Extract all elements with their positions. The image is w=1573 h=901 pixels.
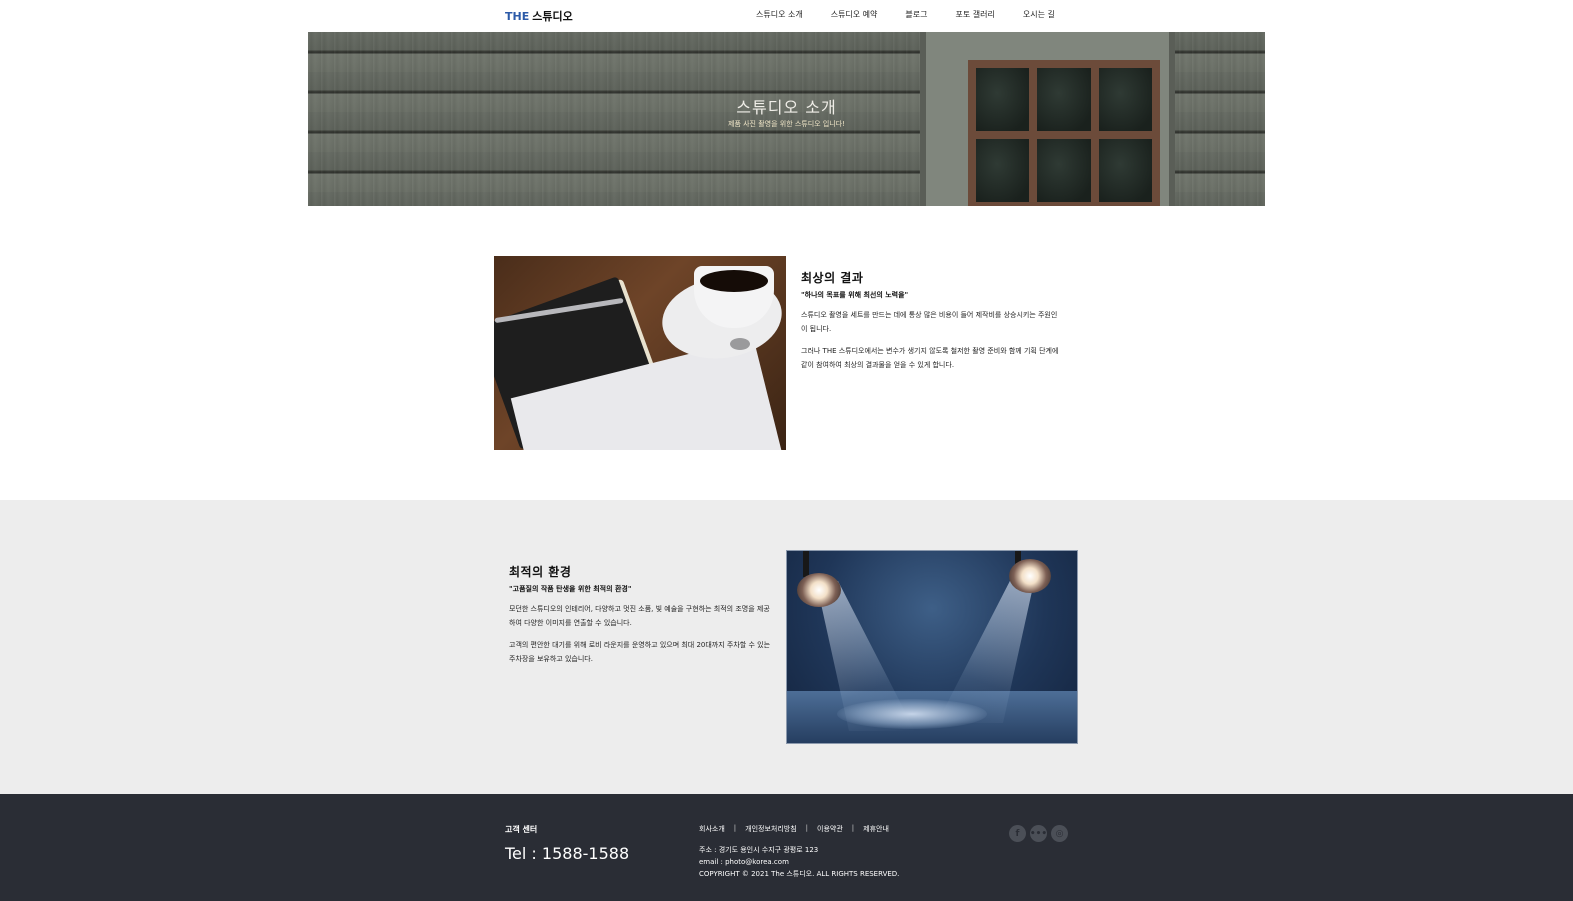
nav-blog[interactable]: 블로그: [905, 9, 927, 20]
instagram-icon[interactable]: ◎: [1051, 825, 1068, 842]
site-logo[interactable]: THE 스튜디오: [505, 8, 573, 24]
spotlight-stage-photo: [786, 550, 1078, 744]
hero-subtitle: 제품 사진 촬영을 위한 스튜디오 입니다!: [728, 120, 845, 128]
social-links: f ••• ◎: [1009, 825, 1072, 842]
footer-links: 회사소개 | 개인정보처리방침 | 이용약관 | 제휴안내: [699, 824, 889, 834]
nav-photo-gallery[interactable]: 포토 갤러리: [956, 9, 995, 20]
hero-banner: 스튜디오 소개 제품 사진 촬영을 위한 스튜디오 입니다!: [308, 32, 1265, 206]
footer-address-block: 주소 : 경기도 용인시 수지구 광평로 123 email : photo@k…: [699, 844, 899, 880]
nav-directions[interactable]: 오시는 길: [1023, 9, 1055, 20]
site-header: THE 스튜디오 스튜디오 소개 스튜디오 예약 블로그 포토 갤러리 오시는 길: [0, 0, 1573, 32]
site-footer: 고객 센터 Tel : 1588-1588 회사소개 | 개인정보처리방침 | …: [0, 794, 1573, 901]
section-paragraph: 그러나 THE 스튜디오에서는 변수가 생기지 않도록 철저한 촬영 준비와 함…: [801, 347, 1059, 369]
section-subtitle: "고품질의 작품 탄생을 위한 최적의 환경": [509, 585, 632, 593]
window-image: [968, 60, 1160, 206]
section-paragraph: 고객의 편안한 대기를 위해 로비 라운지를 운영하고 있으며 최대 20대까지…: [509, 641, 771, 663]
section-paragraph: 모던한 스튜디오의 인테리어, 다양하고 멋진 소품, 빛 예술을 구현하는 최…: [509, 605, 770, 627]
footer-link-privacy[interactable]: 개인정보처리방침: [745, 824, 797, 834]
customer-center-title: 고객 센터: [505, 825, 538, 834]
link-separator: |: [733, 824, 737, 832]
facebook-icon[interactable]: f: [1009, 825, 1026, 842]
section-paragraph: 스튜디오 촬영을 세트를 만드는 데에 통상 많은 비용이 들어 제작비를 상승…: [801, 311, 1058, 333]
main-nav: 스튜디오 소개 스튜디오 예약 블로그 포토 갤러리 오시는 길: [756, 9, 1083, 20]
customer-center-tel: Tel : 1588-1588: [505, 844, 630, 863]
hero-title: 스튜디오 소개: [736, 98, 837, 117]
link-separator: |: [851, 824, 855, 832]
footer-copyright: COPYRIGHT © 2021 The 스튜디오. ALL RIGHTS RE…: [699, 870, 900, 878]
section-title: 최적의 환경: [509, 565, 572, 579]
link-separator: |: [805, 824, 809, 832]
logo-the: THE: [505, 10, 530, 23]
nav-studio-intro[interactable]: 스튜디오 소개: [756, 9, 803, 20]
footer-link-terms[interactable]: 이용약관: [817, 824, 843, 834]
footer-email: email : photo@korea.com: [699, 858, 789, 866]
logo-name: 스튜디오: [532, 10, 573, 23]
blog-icon[interactable]: •••: [1030, 825, 1047, 842]
section-subtitle: "하나의 목표를 위해 최선의 노력을": [801, 291, 909, 299]
footer-address: 주소 : 경기도 용인시 수지구 광평로 123: [699, 846, 819, 854]
section-best-result: 최상의 결과 "하나의 목표를 위해 최선의 노력을" 스튜디오 촬영을 세트를…: [801, 269, 1063, 372]
footer-link-company[interactable]: 회사소개: [699, 824, 725, 834]
section-best-environment: 최적의 환경 "고품질의 작품 탄생을 위한 최적의 환경" 모던한 스튜디오의…: [509, 563, 771, 666]
nav-studio-reservation[interactable]: 스튜디오 예약: [831, 9, 878, 20]
footer-link-partnership[interactable]: 제휴안내: [863, 824, 889, 834]
section-title: 최상의 결과: [801, 271, 864, 285]
coffee-notebook-photo: [494, 256, 786, 450]
